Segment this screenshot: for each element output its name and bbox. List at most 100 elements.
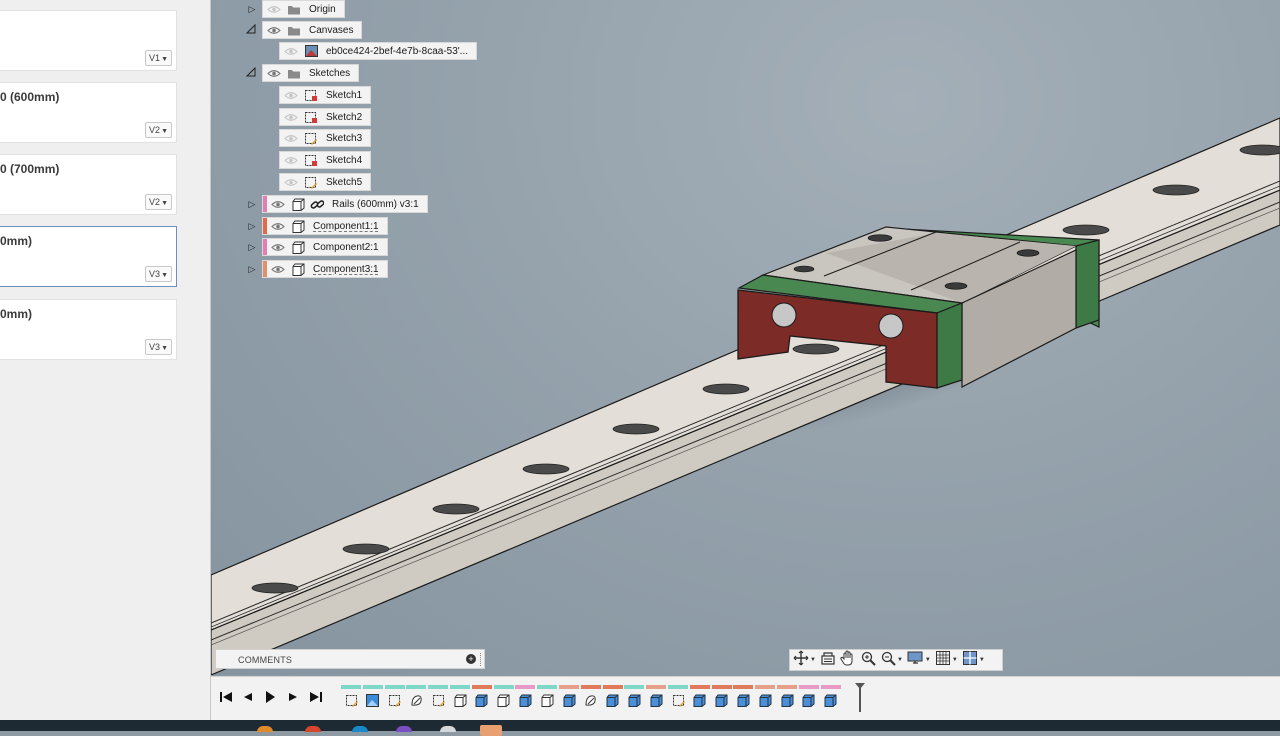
eye-visible-icon[interactable] xyxy=(270,242,286,252)
tree-node-sketch[interactable]: Sketch5 xyxy=(279,173,372,191)
version-badge[interactable]: V2▼ xyxy=(145,122,172,138)
taskbar-app-icon[interactable] xyxy=(352,726,368,732)
eye-hidden-icon[interactable] xyxy=(283,155,299,165)
expand-arrow-icon[interactable]: ▷ xyxy=(247,263,257,275)
viewports-button[interactable]: ▼ xyxy=(962,650,985,669)
timeline-feature-body[interactable] xyxy=(537,685,558,711)
tree-node-sketch[interactable]: Sketch1 xyxy=(279,86,372,104)
tree-row-component2[interactable]: ▷ Component2:1 xyxy=(240,238,500,256)
expand-arrow-icon[interactable]: ▷ xyxy=(247,220,257,232)
tree-row-component1[interactable]: ▷ Component1:1 xyxy=(240,217,500,235)
design-card[interactable]: 0mm) V3▼ xyxy=(0,299,177,360)
taskbar-app-icon[interactable] xyxy=(396,726,412,732)
tree-node-component2[interactable]: Component2:1 xyxy=(262,238,388,256)
tree-row-origin[interactable]: ▷ Origin xyxy=(240,0,500,18)
look-at-button[interactable] xyxy=(820,651,836,669)
eye-visible-icon[interactable] xyxy=(270,264,286,274)
eye-visible-icon[interactable] xyxy=(270,199,286,209)
eye-hidden-icon[interactable] xyxy=(283,112,299,122)
tree-row-sketch5[interactable]: Sketch5 xyxy=(240,173,500,191)
eye-visible-icon[interactable] xyxy=(266,25,282,35)
orbit-button[interactable]: ▼ xyxy=(793,650,816,669)
taskbar-app-icon[interactable] xyxy=(440,726,456,732)
design-card[interactable]: 0 (700mm) V2▼ xyxy=(0,154,177,215)
design-card[interactable]: 0 (600mm) V2▼ xyxy=(0,82,177,143)
play-button[interactable] xyxy=(262,690,278,707)
skip-to-end-button[interactable] xyxy=(308,691,324,707)
tree-row-sketch4[interactable]: Sketch4 xyxy=(240,151,500,169)
eye-hidden-icon[interactable] xyxy=(283,46,299,56)
zoom-button[interactable]: ▼ xyxy=(880,651,903,669)
tree-node-sketch[interactable]: Sketch4 xyxy=(279,151,372,169)
version-badge[interactable]: V1▼ xyxy=(145,50,172,66)
design-card[interactable]: V1▼ xyxy=(0,10,177,71)
timeline-feature-extrude[interactable] xyxy=(733,685,754,711)
expand-arrow-icon[interactable]: ▷ xyxy=(247,198,257,210)
timeline-feature-extrude[interactable] xyxy=(624,685,645,711)
timeline-feature-extrude[interactable] xyxy=(559,685,579,711)
timeline-feature-form[interactable] xyxy=(406,685,427,711)
timeline-feature-extrude[interactable] xyxy=(755,685,776,711)
timeline-feature-extrude[interactable] xyxy=(515,685,536,711)
version-badge[interactable]: V3▼ xyxy=(145,266,172,282)
timeline-feature-extrude[interactable] xyxy=(471,685,492,711)
eye-hidden-icon[interactable] xyxy=(266,4,282,14)
timeline-feature-extrude[interactable] xyxy=(711,685,732,711)
timeline-feature-extrude[interactable] xyxy=(689,685,710,711)
zoom-window-button[interactable] xyxy=(860,651,876,669)
tree-node-rails[interactable]: Rails (600mm) v3:1 xyxy=(262,195,428,213)
timeline-feature-extrude[interactable] xyxy=(646,685,667,711)
eye-hidden-icon[interactable] xyxy=(283,133,299,143)
timeline-feature-form[interactable] xyxy=(580,685,601,711)
timeline-marker[interactable] xyxy=(859,686,861,712)
tree-node-sketch[interactable]: Sketch3 xyxy=(279,129,372,147)
expand-arrow-icon[interactable]: ▷ xyxy=(247,3,257,15)
eye-hidden-icon[interactable] xyxy=(283,177,299,187)
expand-arrow-icon[interactable]: ▷ xyxy=(247,241,257,253)
version-badge[interactable]: V3▼ xyxy=(145,339,172,355)
timeline-feature-extrude[interactable] xyxy=(798,685,819,711)
taskbar-app-icon[interactable] xyxy=(305,726,321,732)
tree-row-component3[interactable]: ▷ Component3:1 xyxy=(240,260,500,278)
collapse-arrow-icon[interactable] xyxy=(245,23,256,36)
timeline-feature-body[interactable] xyxy=(493,685,514,711)
add-comment-icon[interactable]: + xyxy=(466,654,476,664)
tree-node-sketch[interactable]: Sketch2 xyxy=(279,108,372,126)
tree-node-component1[interactable]: Component1:1 xyxy=(262,217,388,235)
timeline-feature-sketch[interactable] xyxy=(341,685,361,711)
step-back-button[interactable] xyxy=(240,691,256,707)
tree-row-sketch3[interactable]: Sketch3 xyxy=(240,129,500,147)
timeline-feature-extrude[interactable] xyxy=(602,685,623,711)
timeline-feature-sketch[interactable] xyxy=(428,685,449,711)
tree-row-canvas-item[interactable]: eb0ce424-2bef-4e7b-8caa-53'... xyxy=(240,42,500,60)
collapse-arrow-icon[interactable] xyxy=(245,66,256,79)
version-badge[interactable]: V2▼ xyxy=(145,194,172,210)
tree-row-canvases[interactable]: Canvases xyxy=(240,21,500,39)
pan-button[interactable] xyxy=(840,650,856,669)
step-forward-button[interactable] xyxy=(285,691,301,707)
timeline-feature-sketch[interactable] xyxy=(384,685,405,711)
timeline-feature-body[interactable] xyxy=(450,685,470,711)
tree-row-sketch1[interactable]: Sketch1 xyxy=(240,86,500,104)
tree-node-origin[interactable]: Origin xyxy=(262,0,345,18)
timeline-feature-sketch[interactable] xyxy=(668,685,688,711)
eye-hidden-icon[interactable] xyxy=(283,90,299,100)
tree-node-component3[interactable]: Component3:1 xyxy=(262,260,388,278)
timeline-feature-extrude[interactable] xyxy=(777,685,797,711)
tree-node-canvas[interactable]: eb0ce424-2bef-4e7b-8caa-53'... xyxy=(279,42,478,60)
skip-to-start-button[interactable] xyxy=(218,691,234,707)
eye-visible-icon[interactable] xyxy=(266,68,282,78)
tree-row-rails[interactable]: ▷ Rails (600mm) v3:1 xyxy=(240,195,500,213)
tree-node-sketches[interactable]: Sketches xyxy=(262,64,360,82)
comments-panel[interactable]: COMMENTS + xyxy=(215,649,485,669)
panel-grip-icon[interactable] xyxy=(480,653,483,666)
design-card-selected[interactable]: 0mm) V3▼ xyxy=(0,226,177,287)
grid-settings-button[interactable]: ▼ xyxy=(935,650,958,669)
taskbar-app-icon[interactable] xyxy=(257,726,273,732)
tree-row-sketches[interactable]: Sketches xyxy=(240,64,500,82)
tree-node-canvases[interactable]: Canvases xyxy=(262,21,363,39)
timeline-feature-canvas[interactable] xyxy=(362,685,383,711)
display-settings-button[interactable]: ▼ xyxy=(907,651,931,669)
tree-row-sketch2[interactable]: Sketch2 xyxy=(240,108,500,126)
timeline-feature-extrude[interactable] xyxy=(820,685,841,711)
